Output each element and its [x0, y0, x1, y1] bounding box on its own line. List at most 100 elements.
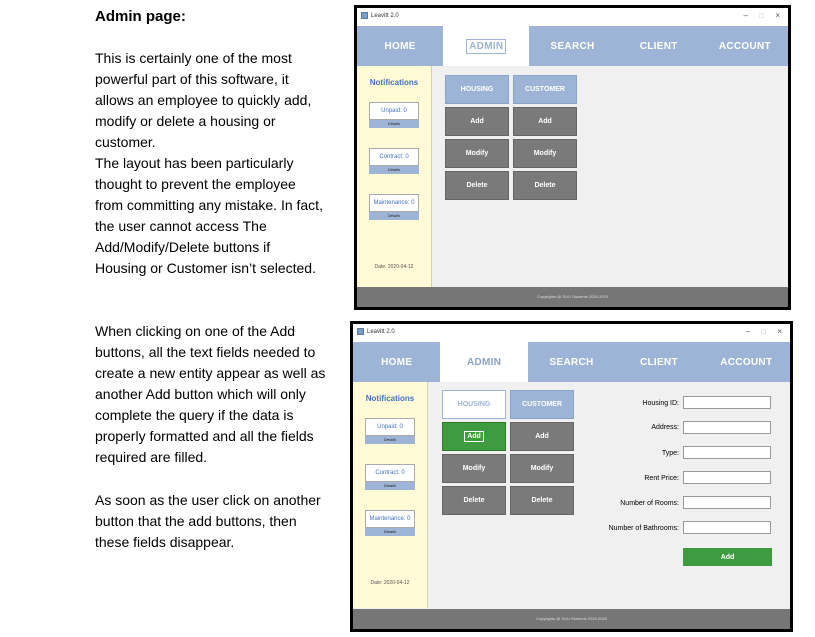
housing-button[interactable]: HOUSING — [445, 75, 509, 104]
text-line: buttons, all the text fields needed to — [95, 344, 316, 360]
nav-home[interactable]: HOME — [357, 26, 443, 66]
unpaid-notification: Unpaid: 0 — [365, 418, 415, 436]
nav-search[interactable]: SEARCH — [528, 342, 615, 382]
contract-notification: Contract: 0 — [365, 464, 415, 482]
admin-screenshot-1: Leavitt 2.0 – □ × HOME ADMIN SEARCH CLIE… — [354, 5, 791, 310]
nav-home[interactable]: HOME — [353, 342, 440, 382]
nav-label: CLIENT — [639, 40, 678, 52]
nav-admin[interactable]: ADMIN — [443, 26, 530, 66]
housing-modify-button[interactable]: Modify — [445, 139, 509, 168]
notifications-title: Notifications — [365, 394, 415, 403]
nav-client[interactable]: CLIENT — [615, 342, 702, 382]
nav-label: ACCOUNT — [720, 356, 773, 368]
text-line: properly formatted and all the fields — [95, 428, 314, 444]
text-line: allows an employee to quickly add, — [95, 92, 312, 108]
notifications-title: Notifications — [369, 78, 419, 87]
customer-delete-button[interactable]: Delete — [513, 171, 577, 200]
address-label: Address: — [651, 424, 679, 431]
customer-button[interactable]: CUSTOMER — [513, 75, 577, 104]
footer: Copyrights @ SUU Students 2019-2020 — [353, 609, 790, 629]
admin-screenshot-2: Leavitt 2.0 – □ × HOME ADMIN SEARCH CLIE… — [350, 321, 793, 632]
text-line: customer. — [95, 134, 156, 150]
text-line: the user cannot access The — [95, 218, 267, 234]
nav-label: SEARCH — [550, 40, 595, 52]
notifications-sidebar: Notifications Unpaid: 0 Details Contract… — [353, 382, 428, 608]
text-line: The layout has been particularly — [95, 155, 294, 171]
housing-id-input[interactable] — [683, 396, 771, 409]
text-line: Add/Modify/Delete buttons if — [95, 239, 271, 255]
date-label: Date: 2020-04-12 — [374, 264, 414, 270]
rooms-input[interactable] — [683, 496, 771, 509]
housing-delete-button[interactable]: Delete — [442, 486, 506, 515]
text-line: from committing any mistake. In fact, — [95, 197, 323, 213]
text-line: When clicking on one of the Add — [95, 323, 296, 339]
housing-id-label: Housing ID: — [642, 400, 679, 407]
text-line: another Add button which will only — [95, 386, 306, 402]
housing-modify-button[interactable]: Modify — [442, 454, 506, 483]
text-line: powerful part of this software, it — [95, 71, 289, 87]
unpaid-notification: Unpaid: 0 — [369, 102, 419, 120]
date-label: Date: 2020-04-12 — [370, 580, 410, 586]
maintenance-notification: Maintenance: 0 — [369, 194, 419, 212]
page-heading: Admin page: — [95, 8, 186, 25]
text-line: Housing or Customer isn’t selected. — [95, 260, 316, 276]
housing-button[interactable]: HOUSING — [442, 390, 506, 419]
text-line: This is certainly one of the most — [95, 50, 292, 66]
nav-label: HOME — [384, 40, 416, 52]
nav-label: ACCOUNT — [718, 40, 771, 52]
close-icon[interactable]: × — [775, 11, 780, 20]
text-line: button that the add buttons, then — [95, 513, 297, 529]
app-icon — [357, 328, 364, 335]
unpaid-details-button[interactable]: Details — [365, 436, 415, 444]
minimize-icon[interactable]: – — [746, 327, 750, 336]
nav-bar: HOME ADMIN SEARCH CLIENT ACCOUNT — [357, 26, 788, 66]
close-icon[interactable]: × — [777, 327, 782, 336]
contract-details-button[interactable]: Details — [369, 166, 419, 174]
nav-label: ADMIN — [466, 356, 502, 368]
housing-add-button[interactable]: Add — [445, 107, 509, 136]
nav-label: HOME — [381, 356, 413, 368]
nav-admin[interactable]: ADMIN — [440, 342, 528, 382]
window-title: Leavitt 2.0 — [367, 329, 395, 335]
nav-search[interactable]: SEARCH — [529, 26, 615, 66]
notifications-sidebar: Notifications Unpaid: 0 Details Contract… — [357, 66, 432, 292]
nav-label: CLIENT — [639, 356, 678, 368]
nav-label: ADMIN — [466, 38, 507, 54]
maintenance-details-button[interactable]: Details — [369, 212, 419, 220]
bathrooms-label: Number of Bathrooms: — [608, 525, 679, 532]
paragraph-intro: This is certainly one of the most powerf… — [95, 48, 345, 279]
contract-details-button[interactable]: Details — [365, 482, 415, 490]
title-bar: Leavitt 2.0 – □ × — [353, 324, 790, 342]
submit-add-button[interactable]: Add — [683, 548, 772, 566]
nav-account[interactable]: ACCOUNT — [702, 26, 788, 66]
maximize-icon[interactable]: □ — [759, 11, 764, 20]
customer-add-button[interactable]: Add — [513, 107, 577, 136]
bathrooms-input[interactable] — [683, 521, 771, 534]
rent-price-label: Rent Price: — [644, 475, 679, 482]
type-input[interactable] — [683, 446, 771, 459]
minimize-icon[interactable]: – — [744, 11, 748, 20]
unpaid-details-button[interactable]: Details — [369, 120, 419, 128]
text-line: As soon as the user click on another — [95, 492, 321, 508]
nav-account[interactable]: ACCOUNT — [703, 342, 790, 382]
rent-price-input[interactable] — [683, 471, 771, 484]
housing-delete-button[interactable]: Delete — [445, 171, 509, 200]
contract-notification: Contract: 0 — [369, 148, 419, 166]
text-line: required are filled. — [95, 449, 208, 465]
paragraph-add: When clicking on one of the Add buttons,… — [95, 321, 345, 468]
button-label: Add — [464, 431, 484, 442]
nav-client[interactable]: CLIENT — [616, 26, 702, 66]
maintenance-details-button[interactable]: Details — [365, 528, 415, 536]
nav-bar: HOME ADMIN SEARCH CLIENT ACCOUNT — [353, 342, 790, 382]
address-input[interactable] — [683, 421, 771, 434]
text-line: thought to prevent the employee — [95, 176, 296, 192]
housing-add-button[interactable]: Add — [442, 422, 506, 451]
app-icon — [361, 12, 368, 19]
title-bar: Leavitt 2.0 – □ × — [357, 8, 788, 26]
footer: Copyrights @ SUU Students 2019-2020 — [357, 287, 788, 307]
customer-modify-button[interactable]: Modify — [513, 139, 577, 168]
text-line: create a new entity appear as well as — [95, 365, 326, 381]
maximize-icon[interactable]: □ — [761, 327, 766, 336]
text-line: modify or delete a housing or — [95, 113, 276, 129]
text-line: these fields disappear. — [95, 534, 235, 550]
